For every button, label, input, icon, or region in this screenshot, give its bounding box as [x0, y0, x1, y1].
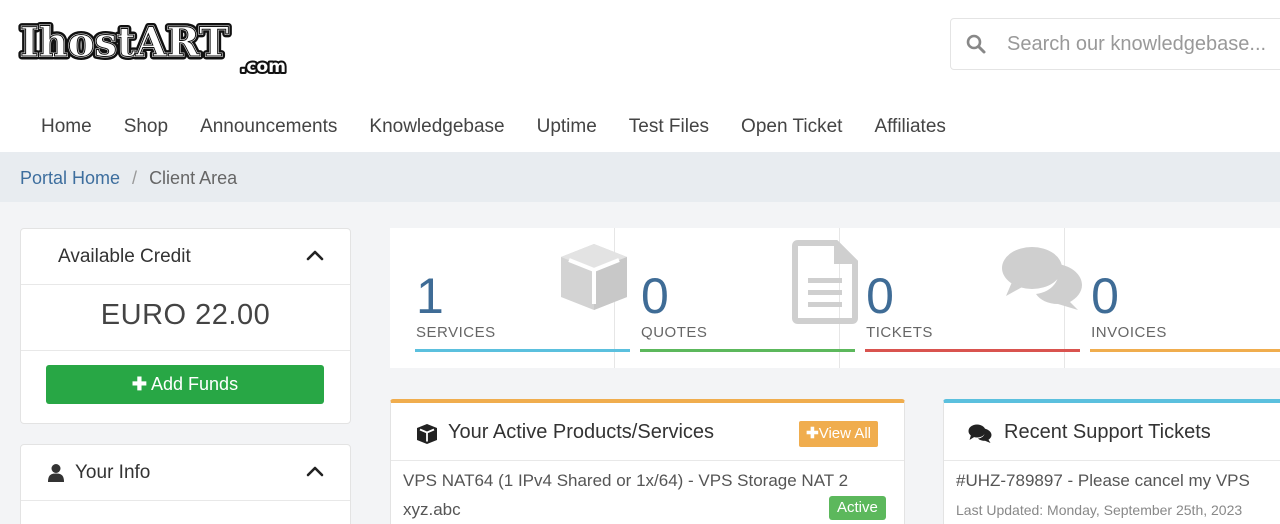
nav-item-open-ticket[interactable]: Open Ticket — [725, 100, 858, 152]
tile-services[interactable]: 1 SERVICES — [390, 228, 630, 368]
comments-icon — [968, 424, 992, 443]
ihostart-logo[interactable]: IhostART IhostART IhostART .com .com — [18, 12, 298, 77]
credit-panel-footer: ✚ Add Funds — [21, 351, 350, 419]
recent-tickets-header: Recent Support Tickets — [944, 403, 1280, 461]
search-input[interactable] — [1007, 27, 1277, 61]
tickets-bar — [865, 349, 1081, 352]
breadcrumb-portal-home[interactable]: Portal Home — [20, 168, 120, 188]
services-label: SERVICES — [416, 324, 496, 341]
view-all-button[interactable]: ✚View All — [799, 421, 878, 447]
tile-tickets[interactable]: 0 TICKETS — [840, 228, 1083, 368]
ticket-subject[interactable]: #UHZ-789897 - Please cancel my VPS — [956, 471, 1250, 491]
tickets-count: 0 — [866, 268, 894, 324]
tickets-label: TICKETS — [866, 324, 933, 341]
active-products-panel: Your Active Products/Services ✚View All … — [390, 399, 905, 524]
nav-item-announcements[interactable]: Announcements — [184, 100, 353, 152]
main-nav: Home Shop Announcements Knowledgebase Up… — [0, 100, 1280, 152]
status-badge: Active — [829, 496, 886, 520]
credit-panel-title: Available Credit — [58, 246, 191, 267]
nav-item-home[interactable]: Home — [25, 100, 108, 152]
breadcrumb-separator: / — [132, 168, 138, 188]
quotes-bar — [640, 349, 856, 352]
ticket-last-updated: Last Updated: Monday, September 25th, 20… — [956, 502, 1243, 518]
cube-icon — [417, 424, 437, 444]
chevron-up-icon[interactable] — [306, 465, 324, 477]
chevron-up-icon[interactable] — [306, 249, 324, 261]
stats-tiles: 1 SERVICES 0 QUOTES 0 TICKETS 0 INVOICES — [390, 228, 1280, 368]
nav-item-affiliates[interactable]: Affiliates — [858, 100, 961, 152]
quotes-count: 0 — [641, 268, 669, 324]
svg-text:IhostART: IhostART — [20, 19, 229, 66]
breadcrumb: Portal Home / Client Area — [0, 152, 1280, 202]
view-all-label: View All — [818, 425, 871, 442]
credit-panel: Available Credit EURO 22.00 ✚ Add Funds — [20, 228, 351, 424]
plus-icon: ✚ — [806, 425, 819, 442]
nav-item-shop[interactable]: Shop — [108, 100, 184, 152]
credit-panel-header[interactable]: Available Credit — [21, 229, 350, 285]
tile-invoices[interactable]: 0 INVOICES — [1065, 228, 1280, 368]
your-info-panel-title: Your Info — [75, 462, 151, 483]
active-products-title: Your Active Products/Services — [448, 421, 715, 443]
user-icon — [48, 464, 64, 482]
nav-item-test-files[interactable]: Test Files — [613, 100, 725, 152]
services-bar — [415, 349, 630, 352]
search-icon — [966, 34, 986, 54]
nav-item-knowledgebase[interactable]: Knowledgebase — [353, 100, 520, 152]
plus-icon: ✚ — [131, 374, 148, 394]
svg-text:.com: .com — [240, 57, 286, 76]
quotes-label: QUOTES — [641, 324, 708, 341]
invoices-bar — [1090, 349, 1280, 352]
product-domain: xyz.abc — [403, 500, 461, 519]
invoices-label: INVOICES — [1091, 324, 1167, 341]
main-content: Available Credit EURO 22.00 ✚ Add Funds Y… — [0, 202, 1280, 524]
invoices-count: 0 — [1091, 268, 1119, 324]
add-funds-button[interactable]: ✚ Add Funds — [46, 365, 324, 404]
services-count: 1 — [416, 268, 444, 324]
active-products-header: Your Active Products/Services ✚View All — [391, 403, 904, 461]
header: IhostART IhostART IhostART .com .com — [0, 0, 1280, 100]
recent-tickets-panel: Recent Support Tickets #UHZ-789897 - Ple… — [943, 399, 1280, 524]
breadcrumb-current: Client Area — [149, 168, 238, 188]
tile-quotes[interactable]: 0 QUOTES — [615, 228, 859, 368]
recent-tickets-title: Recent Support Tickets — [1004, 421, 1211, 443]
your-info-panel-header[interactable]: Your Info — [21, 445, 350, 501]
nav-item-uptime[interactable]: Uptime — [521, 100, 613, 152]
search-box[interactable] — [950, 18, 1280, 70]
credit-amount: EURO 22.00 — [21, 285, 350, 351]
your-info-panel: Your Info — [20, 444, 351, 524]
product-name[interactable]: VPS NAT64 (1 IPv4 Shared or 1x/64) - VPS… — [403, 471, 848, 491]
add-funds-label: Add Funds — [151, 374, 239, 394]
